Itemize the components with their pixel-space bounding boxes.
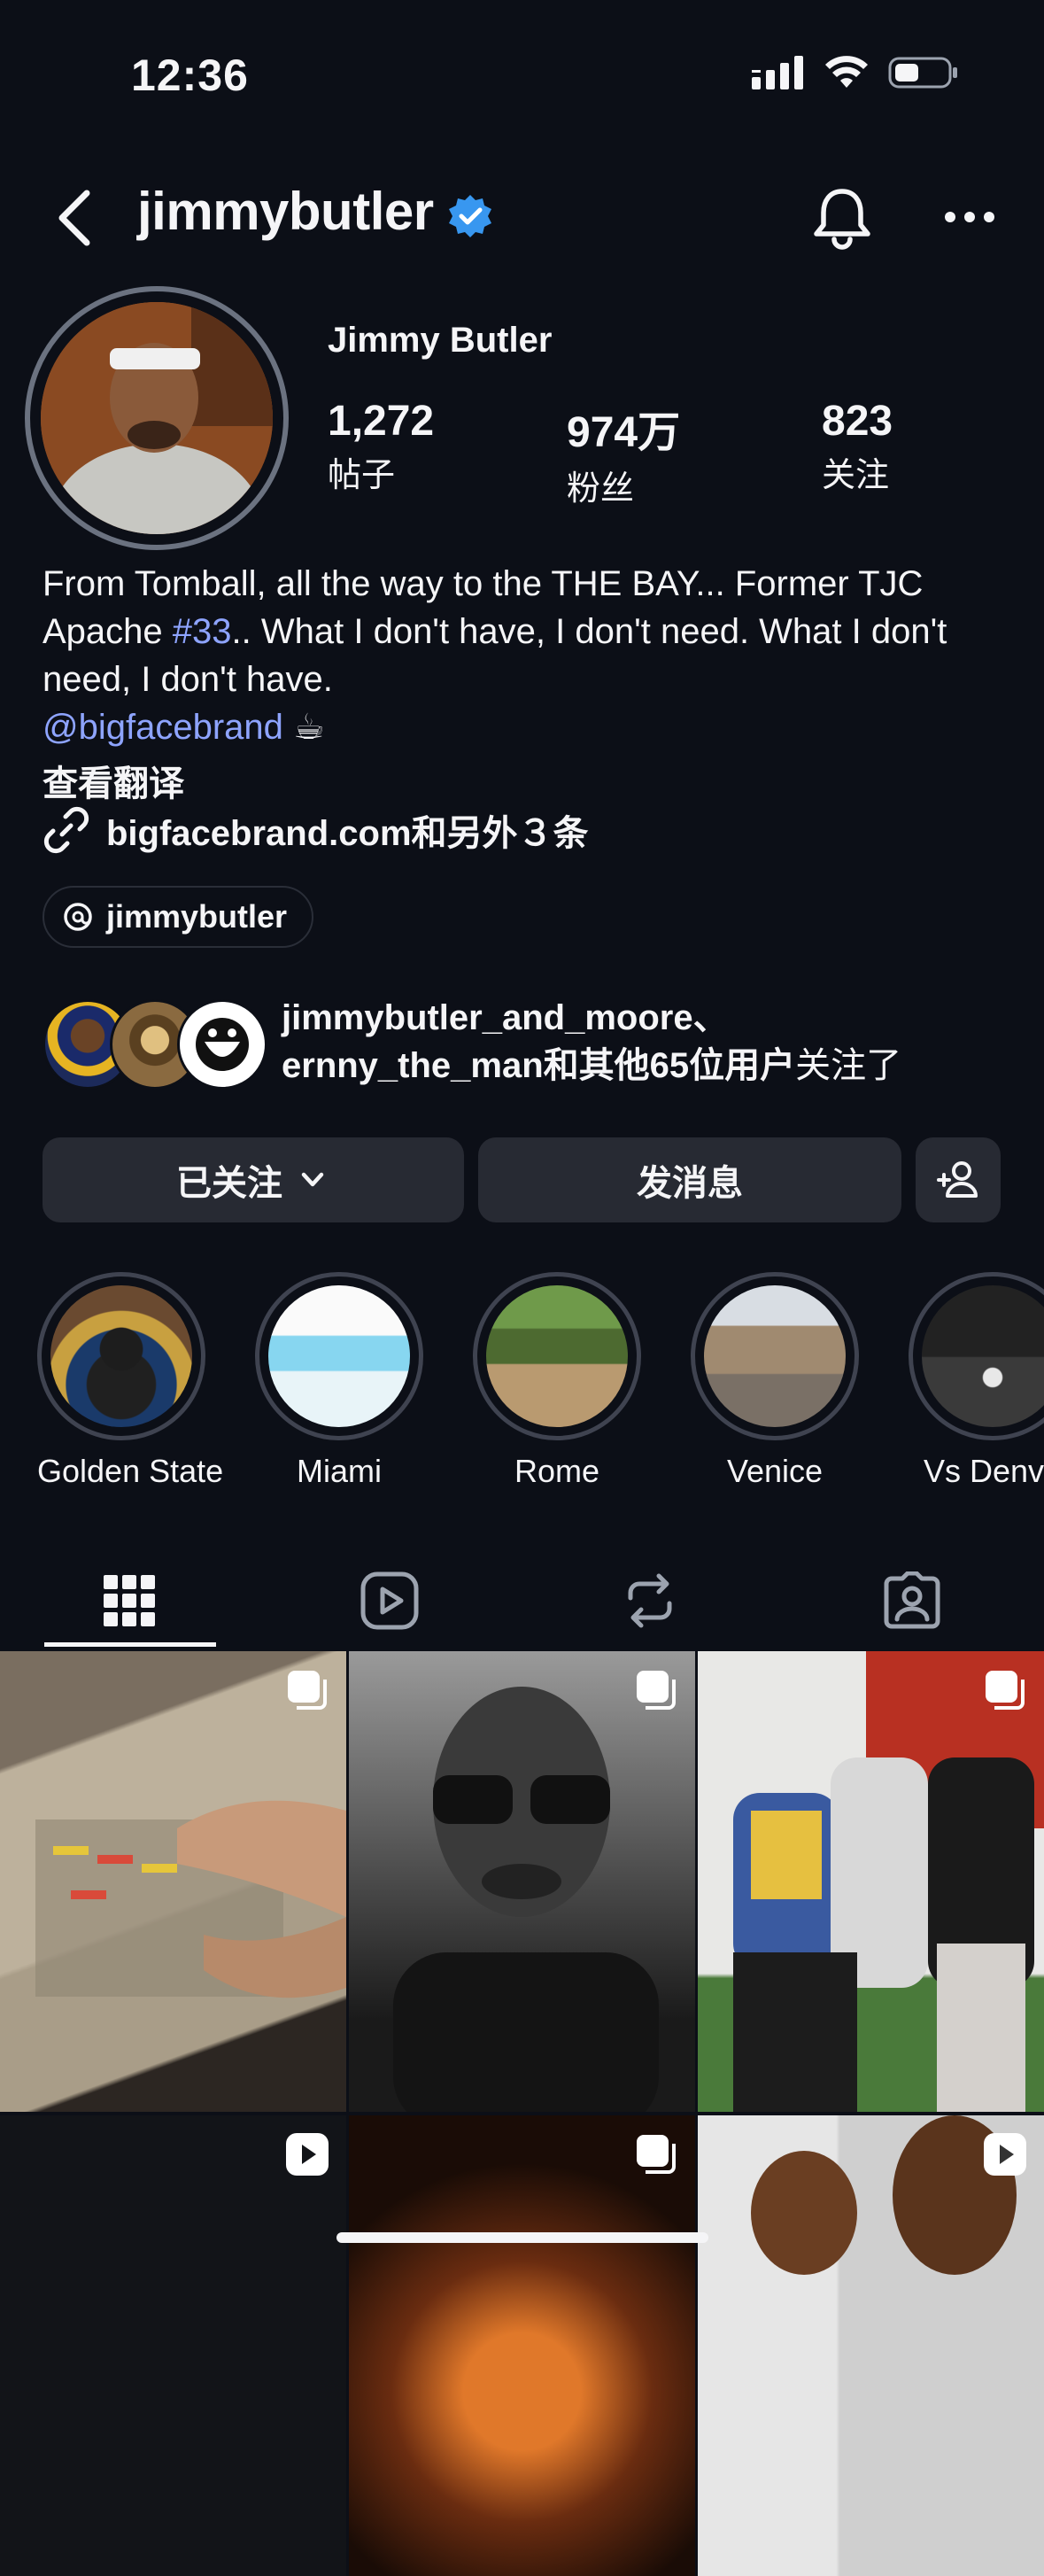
mutual-line-1: jimmybutler_and_moore、 (282, 998, 729, 1037)
highlight-cover (486, 1285, 628, 1427)
highlight-cover (50, 1285, 192, 1427)
profile-tabs (0, 1552, 1044, 1649)
highlight-cover (922, 1285, 1044, 1427)
highlight-rome[interactable]: Rome (473, 1272, 641, 1490)
grid-icon (104, 1575, 155, 1626)
highlight-ring (37, 1272, 205, 1440)
tab-reels[interactable] (301, 1552, 478, 1649)
highlight-label: Miami (297, 1453, 382, 1489)
status-icons (752, 55, 959, 90)
post-image (35, 1800, 346, 1998)
reel-play-icon (286, 2133, 329, 2176)
highlight-ring (255, 1272, 423, 1440)
post-image (733, 1651, 1044, 2112)
threads-username: jimmybutler (106, 898, 288, 935)
highlight-miami[interactable]: Miami (255, 1272, 423, 1490)
battery-icon (888, 57, 957, 89)
message-button-label: 发消息 (637, 1164, 743, 1203)
highlight-cover (268, 1285, 410, 1427)
following-button-label: 已关注 (176, 1164, 282, 1203)
highlight-cover (704, 1285, 846, 1427)
multi-photo-icon (986, 1671, 1025, 1710)
highlight-label: Golden State (37, 1453, 224, 1489)
profile-bio: From Tomball, all the way to the THE BAY… (43, 560, 1008, 751)
home-indicator[interactable] (336, 2232, 708, 2243)
multi-photo-icon (288, 1671, 327, 1710)
grin-face-icon (196, 1018, 249, 1071)
bio-hashtag-link[interactable]: #33 (173, 612, 232, 651)
tagged-icon (884, 1571, 940, 1629)
reposts-icon (628, 1573, 672, 1628)
mutual-line-2-suffix: 关注了 (795, 1046, 902, 1085)
coffee-emoji: ☕ (293, 708, 325, 747)
wifi-icon (825, 56, 868, 88)
chevron-down-icon (301, 1172, 324, 1187)
following-count: 823 (822, 398, 893, 445)
tab-tagged[interactable] (824, 1552, 1001, 1649)
multi-photo-icon (637, 1671, 676, 1710)
avatar-photo (41, 302, 273, 534)
highlight-ring (473, 1272, 641, 1440)
highlight-venice[interactable]: Venice (691, 1272, 859, 1490)
reel-play-icon (984, 2133, 1026, 2176)
posts-label: 帖子 (328, 457, 396, 494)
notifications-bell-icon[interactable] (811, 186, 873, 250)
post-thumbnail[interactable] (0, 2115, 346, 2576)
post-image (751, 2115, 1017, 2275)
more-options-icon[interactable] (944, 209, 995, 225)
following-stat[interactable]: 823 关注 (822, 397, 893, 496)
highlight-label: Vs Denve (923, 1453, 1044, 1489)
highlight-golden-state[interactable]: Golden State (37, 1272, 224, 1490)
tab-posts-grid[interactable] (41, 1552, 218, 1649)
profile-full-name: Jimmy Butler (328, 321, 553, 360)
header-username: jimmybutler (137, 182, 434, 241)
following-button[interactable]: 已关注 (43, 1137, 464, 1222)
link-icon (43, 806, 89, 854)
bio-mention-link[interactable]: @bigfacebrand (43, 708, 283, 747)
profile-avatar[interactable] (41, 302, 273, 534)
threads-profile-badge[interactable]: jimmybutler (43, 886, 314, 948)
mutual-followers-avatars[interactable] (43, 999, 267, 1090)
highlight-vs-denver[interactable]: Vs Denve (909, 1272, 1044, 1490)
post-thumbnail[interactable] (698, 2115, 1044, 2576)
mutual-followers-text[interactable]: jimmybutler_and_moore、 ernny_the_man和其他6… (282, 994, 901, 1090)
highlight-label: Rome (514, 1453, 600, 1489)
highlight-ring (691, 1272, 859, 1440)
post-thumbnail[interactable] (349, 2115, 695, 2576)
active-tab-indicator (44, 1642, 216, 1647)
threads-icon (64, 903, 92, 931)
tab-reposts[interactable] (561, 1552, 739, 1649)
post-thumbnail[interactable] (698, 1651, 1044, 2112)
highlight-label: Venice (726, 1453, 824, 1489)
posts-count: 1,272 (328, 398, 435, 445)
profile-header: jimmybutler (0, 177, 1044, 257)
cellular-signal-icon (752, 56, 803, 89)
external-link[interactable]: bigfacebrand.com和另外３条 (43, 804, 589, 856)
verified-badge-icon (449, 195, 491, 237)
see-translation-link[interactable]: 查看翻译 (43, 755, 184, 806)
suggested-users-button[interactable] (916, 1137, 1001, 1222)
followers-count: 974万 (567, 409, 681, 456)
post-image (393, 1687, 659, 2112)
highlight-ring (909, 1272, 1044, 1440)
post-thumbnail[interactable] (349, 1651, 695, 2112)
posts-stat[interactable]: 1,272 帖子 (328, 397, 434, 496)
back-arrow-icon[interactable] (51, 188, 101, 248)
status-time: 12:36 (131, 50, 249, 100)
post-thumbnail[interactable] (0, 1651, 346, 2112)
multi-photo-icon (637, 2135, 676, 2174)
followers-label: 粉丝 (567, 470, 635, 508)
mutual-line-2-users: ernny_the_man和其他65位用户 (282, 1046, 796, 1085)
external-link-text: bigfacebrand.com和另外３条 (106, 814, 589, 853)
followers-stat[interactable]: 974万 粉丝 (567, 397, 680, 509)
add-person-icon (937, 1161, 978, 1198)
reels-icon (360, 1571, 419, 1630)
mutual-avatar-3 (177, 999, 267, 1090)
following-label: 关注 (822, 457, 890, 494)
message-button[interactable]: 发消息 (478, 1137, 901, 1222)
